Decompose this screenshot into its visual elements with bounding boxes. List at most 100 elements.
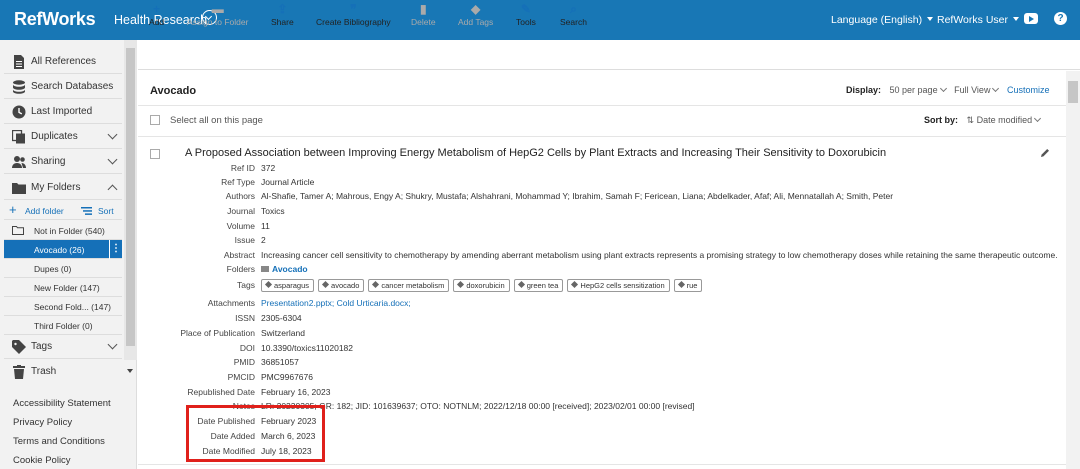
refworks-logo[interactable]: RefWorks <box>14 9 96 30</box>
assign-label: Assign to Folder <box>187 17 249 27</box>
tag-label: rue <box>686 281 698 290</box>
journal-value: Toxics <box>261 206 285 216</box>
pencil-icon[interactable] <box>1040 148 1050 158</box>
notes-value: LR: 20230305; GR: 182; JID: 101639637; O… <box>261 401 695 411</box>
divider <box>138 136 1066 137</box>
help-icon[interactable]: ? <box>1054 12 1067 25</box>
share-label: Share <box>271 17 294 27</box>
delete-button[interactable]: ▮ Delete <box>411 3 436 27</box>
customize-link[interactable]: Customize <box>1007 85 1050 95</box>
language-label: Language (English) <box>831 14 923 26</box>
tag-chip[interactable]: rue <box>673 279 703 292</box>
sidebar-item-search-databases[interactable]: Search Databases <box>4 75 122 99</box>
folder-outline-icon <box>12 226 24 235</box>
share-icon: ⇪ <box>277 2 288 16</box>
select-all-checkbox[interactable] <box>150 115 160 125</box>
caret-down-icon <box>1012 17 1019 21</box>
folder-new-folder[interactable]: New Folder (147) <box>4 278 122 297</box>
database-icon <box>13 80 25 94</box>
field-label: Authors <box>225 191 255 201</box>
chevron-down-icon[interactable] <box>107 129 118 140</box>
plus-icon[interactable]: + <box>9 203 17 217</box>
tag-chip[interactable]: green tea <box>513 279 564 292</box>
view-dropdown[interactable]: Full View <box>954 84 1000 95</box>
sidebar-item-sharing[interactable]: Sharing <box>4 150 122 174</box>
search-button[interactable]: ⌕ Search <box>560 3 587 27</box>
per-page-value: 50 per page <box>889 85 938 95</box>
reference-checkbox[interactable] <box>150 149 160 159</box>
cookie-policy-link[interactable]: Cookie Policy <box>13 455 71 466</box>
privacy-policy-link[interactable]: Privacy Policy <box>13 417 72 428</box>
chevron-up-icon[interactable] <box>107 184 118 195</box>
sort-order-icon: ⇅ <box>966 115 975 125</box>
main-scroll-thumb[interactable] <box>1068 81 1078 103</box>
display-label: Display: <box>846 85 882 95</box>
sidebar-scrollbar[interactable] <box>124 40 137 360</box>
accessibility-statement-link[interactable]: Accessibility Statement <box>13 398 111 409</box>
sort-dropdown[interactable]: ⇅ Date modified <box>966 114 1042 125</box>
youtube-icon[interactable] <box>1024 13 1038 24</box>
add-label: Add <box>149 17 165 27</box>
chevron-down-icon[interactable] <box>107 154 118 165</box>
tag-chip[interactable]: HepG2 cells sensitization <box>567 279 670 292</box>
reference-title[interactable]: A Proposed Association between Improving… <box>185 147 886 159</box>
kebab-menu-icon[interactable]: ⋮ <box>109 240 122 259</box>
sidebar-item-trash[interactable]: Trash <box>4 360 122 384</box>
field-label: ISSN <box>235 313 255 323</box>
folder-label: Not in Folder (540) <box>34 226 105 236</box>
sidebar-item-tags[interactable]: Tags <box>4 335 122 359</box>
sort-by-label: Sort by: <box>924 115 959 125</box>
folder-icon <box>261 266 269 272</box>
place-value: Switzerland <box>261 328 305 338</box>
folder-link[interactable]: Avocado <box>272 264 308 274</box>
attachments-value[interactable]: Presentation2.pptx; Cold Urticaria.docx; <box>261 298 411 308</box>
terms-and-conditions-link[interactable]: Terms and Conditions <box>13 436 105 447</box>
add-button[interactable]: + Add <box>149 3 164 27</box>
sidebar-item-label: Search Databases <box>31 81 114 92</box>
tag-chip[interactable]: doxorubicin <box>453 279 510 292</box>
sidebar-item-duplicates[interactable]: Duplicates <box>4 125 122 149</box>
tools-button[interactable]: ✎ Tools <box>516 3 536 27</box>
main-scrollbar[interactable] <box>1066 71 1080 469</box>
sidebar-item-label: Last Imported <box>31 106 93 117</box>
ref-type-value: Journal Article <box>261 177 315 187</box>
user-label: RefWorks User <box>937 14 1008 26</box>
folder-third-folder[interactable]: Third Folder (0) <box>4 316 122 335</box>
tag-chip[interactable]: avocado <box>318 279 365 292</box>
sidebar-item-all-references[interactable]: All References <box>4 50 122 74</box>
assign-to-folder-button[interactable]: ▬ Assign to Folder <box>187 3 248 27</box>
folder-second-folder[interactable]: Second Fold... (147) <box>4 297 122 316</box>
create-bibliography-button[interactable]: ❞ Create Bibliography <box>316 3 391 27</box>
share-button[interactable]: ⇪ Share <box>271 3 294 27</box>
sidebar-item-label: Tags <box>31 341 53 352</box>
toolbar <box>138 40 1080 70</box>
field-label: PMID <box>233 357 255 367</box>
add-folder-button[interactable]: Add folder <box>25 206 64 216</box>
folders-value[interactable]: Avocado <box>261 264 308 274</box>
add-tags-button[interactable]: ◆ Add Tags <box>458 3 493 27</box>
sidebar-item-last-imported[interactable]: Last Imported <box>4 100 122 124</box>
folder-not-in-folder[interactable]: Not in Folder (540) <box>4 221 122 240</box>
caret-down-icon <box>927 17 934 21</box>
pmcid-value: PMC9967676 <box>261 372 313 382</box>
folder-icon <box>12 183 26 194</box>
sidebar-item-label: My Folders <box>31 182 81 193</box>
sidebar-scroll-thumb[interactable] <box>126 48 135 346</box>
sort-folders-button[interactable]: Sort <box>98 206 114 216</box>
folder-avocado[interactable]: Avocado (26) ⋮ <box>4 240 122 259</box>
user-menu[interactable]: RefWorks User <box>937 14 1019 26</box>
tag-chip[interactable]: asparagus <box>261 279 315 292</box>
sidebar-item-my-folders[interactable]: My Folders <box>4 176 122 200</box>
per-page-dropdown[interactable]: 50 per page <box>889 84 947 95</box>
folder-dupes[interactable]: Dupes (0) <box>4 259 122 278</box>
language-menu[interactable]: Language (English) <box>831 14 934 26</box>
select-all-label[interactable]: Select all on this page <box>170 115 263 126</box>
tools-label: Tools <box>516 17 536 27</box>
folder-label: Second Fold... (147) <box>34 302 112 312</box>
caret-down-icon[interactable] <box>127 369 133 373</box>
highlight-box <box>186 405 325 462</box>
folder-label: Avocado (26) <box>34 245 85 255</box>
sort-icon[interactable] <box>81 207 92 215</box>
tag-chip[interactable]: cancer metabolism <box>368 279 450 292</box>
chevron-down-icon[interactable] <box>107 339 118 350</box>
